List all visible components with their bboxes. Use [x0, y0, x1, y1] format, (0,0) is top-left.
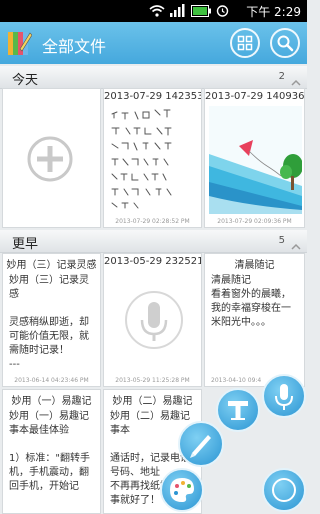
note-preview: 妙用（一）易趣记事本最佳体验 1）标准："翻转手机，手机震动，翻回手机，开始记 — [9, 411, 90, 492]
note-date: 2013-06-14 04:23:46 PM — [14, 377, 89, 384]
section-title: 更早 — [12, 237, 39, 252]
note-title: 妙用（三）记录灵感 — [6, 260, 97, 271]
note-date: 2013-07-29 02:09:36 PM — [217, 218, 292, 225]
pen-icon — [190, 435, 211, 458]
drawing-button[interactable] — [160, 468, 204, 512]
page-title: 全部文件 — [42, 37, 107, 56]
note-preview: 妙用（三）记录灵感 灵感稍纵即逝，却可能价值无限，就需随时记录！ --- — [9, 275, 89, 370]
note-preview: 清晨随记 看着窗外的晨曦，我的幸福穿梭在一米阳光中。。。 — [211, 275, 291, 328]
note-title: 2013-07-29 142353 — [104, 91, 201, 102]
text-icon — [228, 401, 248, 420]
battery-icon — [191, 4, 211, 20]
new-note-menu-button[interactable] — [262, 468, 306, 512]
note-date: 2013-05-29 11:25:28 PM — [115, 377, 190, 384]
microphone-icon — [275, 384, 293, 410]
search-button[interactable] — [270, 28, 300, 58]
drawing-thumbnail — [209, 106, 303, 214]
status-time: 下午 2:29 — [246, 5, 301, 19]
note-card[interactable]: 妙用（三）记录灵感 妙用（三）记录灵感 灵感稍纵即逝，却可能价值无限，就需随时记… — [2, 253, 101, 387]
alarm-icon — [216, 4, 229, 20]
note-title: 妙用（二）易趣记 — [112, 396, 193, 407]
note-title: 清晨随记 — [234, 260, 275, 271]
note-title: 2013-07-29 140936 — [205, 91, 304, 102]
wifi-icon — [149, 4, 165, 20]
section-title: 今天 — [12, 73, 39, 88]
add-icon — [27, 136, 73, 182]
voice-note-card[interactable]: 2013-05-29 232521 2013-05-29 11:25:28 PM — [103, 253, 202, 387]
note-card[interactable]: 2013-07-29 142353 2013-07-29 02:28:52 PM — [103, 88, 202, 228]
note-title: 妙用（一）易趣记 — [11, 396, 92, 407]
handwriting-button[interactable] — [178, 421, 224, 467]
note-card[interactable]: 清晨随记 清晨随记 看着窗外的晨曦，我的幸福穿梭在一米阳光中。。。 2013-0… — [204, 253, 305, 387]
section-earlier[interactable]: 更早 5 — [0, 230, 307, 253]
grid-view-button[interactable] — [230, 28, 260, 58]
compass-icon — [272, 478, 296, 502]
handwriting-thumbnail — [108, 106, 199, 214]
voice-note-button[interactable] — [262, 374, 306, 418]
section-count: 5 — [278, 235, 285, 246]
status-bar: 下午 2:29 — [0, 0, 307, 22]
palette-icon — [170, 478, 194, 502]
text-note-button[interactable] — [216, 388, 260, 432]
search-icon — [277, 35, 294, 52]
section-today[interactable]: 今天 2 — [0, 66, 307, 89]
grid-icon — [237, 35, 253, 51]
note-date: 2013-07-29 02:28:52 PM — [115, 218, 190, 225]
note-card[interactable]: 妙用（一）易趣记 妙用（一）易趣记事本最佳体验 1）标准："翻转手机，手机震动，… — [2, 389, 101, 514]
new-note-card[interactable] — [2, 88, 101, 228]
section-count: 2 — [278, 71, 285, 82]
microphone-icon — [125, 291, 183, 349]
app-logo-icon[interactable] — [6, 29, 33, 57]
signal-icon — [170, 4, 186, 20]
app-header: 全部文件 — [0, 22, 307, 64]
note-card[interactable]: 2013-07-29 140936 2013-07-29 02:09:36 PM — [204, 88, 305, 228]
note-title: 2013-05-29 232521 — [104, 256, 201, 267]
